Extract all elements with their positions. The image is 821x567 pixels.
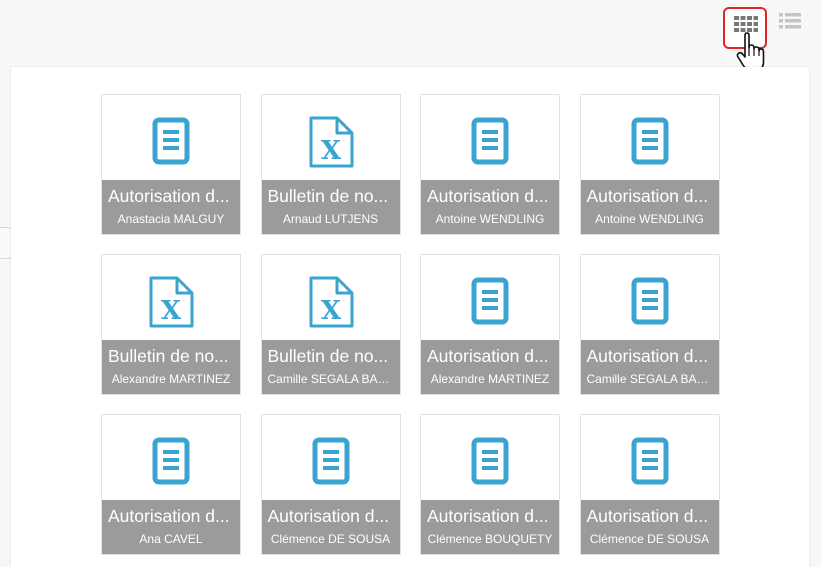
file-caption: Autorisation d... Antoine WENDLING: [421, 180, 559, 234]
svg-text:X: X: [161, 296, 182, 326]
file-caption: Bulletin de no... Alexandre MARTINEZ: [102, 340, 240, 394]
file-caption: Bulletin de no... Camille SEGALA BAD...: [261, 340, 400, 394]
grid-view-button[interactable]: [723, 7, 767, 49]
document-file-icon: [152, 437, 190, 490]
file-tile[interactable]: Autorisation d... Clémence DE SOUSA: [579, 414, 720, 555]
file-caption: Autorisation d... Antoine WENDLING: [580, 180, 719, 234]
file-owner: Alexandre MARTINEZ: [430, 372, 550, 386]
file-title: Autorisation d...: [267, 506, 390, 526]
file-caption: Autorisation d... Alexandre MARTINEZ: [421, 340, 559, 394]
document-file-icon: [471, 437, 509, 490]
file-title: Autorisation d...: [108, 506, 230, 526]
grid-view-icon: [734, 16, 758, 32]
file-owner: Alexandre MARTINEZ: [111, 372, 231, 386]
file-caption: Autorisation d... Anastacia MALGUY: [102, 180, 240, 234]
file-owner: Ana CAVEL: [139, 532, 203, 546]
file-tile[interactable]: X Bulletin de no... Alexandre MARTINEZ: [101, 254, 241, 395]
file-tile[interactable]: Autorisation d... Clémence DE SOUSA: [260, 414, 401, 555]
document-file-icon: [631, 277, 669, 330]
file-tile[interactable]: Autorisation d... Alexandre MARTINEZ: [420, 254, 560, 395]
file-tile[interactable]: Autorisation d... Clémence BOUQUETY: [420, 414, 560, 555]
file-tile[interactable]: Autorisation d... Antoine WENDLING: [420, 94, 560, 235]
file-owner: Clémence BOUQUETY: [427, 532, 553, 546]
excel-file-icon: X: [307, 275, 355, 334]
file-owner: Camille SEGALA BAD...: [586, 372, 716, 386]
file-owner: Antoine WENDLING: [435, 212, 545, 226]
list-view-button[interactable]: [779, 12, 803, 34]
file-tile[interactable]: Autorisation d... Antoine WENDLING: [579, 94, 720, 235]
document-file-icon: [631, 117, 669, 170]
file-owner: Anastacia MALGUY: [117, 212, 225, 226]
file-tile[interactable]: Autorisation d... Ana CAVEL: [101, 414, 241, 555]
file-owner: Arnaud LUTJENS: [282, 212, 379, 226]
list-view-icon: [779, 13, 801, 29]
document-file-icon: [152, 117, 190, 170]
file-title: Bulletin de no...: [267, 186, 389, 206]
file-tile[interactable]: Autorisation d... Anastacia MALGUY: [101, 94, 241, 235]
file-owner: Clémence DE SOUSA: [589, 532, 710, 546]
file-title: Autorisation d...: [427, 186, 549, 206]
file-caption: Autorisation d... Camille SEGALA BAD...: [580, 340, 719, 394]
file-owner: Camille SEGALA BAD...: [267, 372, 397, 386]
document-file-icon: [471, 277, 509, 330]
file-caption: Autorisation d... Clémence BOUQUETY: [421, 500, 559, 554]
document-file-icon: [631, 437, 669, 490]
file-caption: Autorisation d... Clémence DE SOUSA: [261, 500, 400, 554]
svg-text:X: X: [320, 296, 341, 326]
document-file-icon: [312, 437, 350, 490]
file-caption: Bulletin de no... Arnaud LUTJENS: [261, 180, 400, 234]
file-title: Autorisation d...: [586, 346, 709, 366]
file-title: Autorisation d...: [427, 506, 549, 526]
file-owner: Clémence DE SOUSA: [270, 532, 391, 546]
svg-text:X: X: [320, 136, 341, 166]
file-caption: Autorisation d... Clémence DE SOUSA: [580, 500, 719, 554]
view-toggle: [0, 0, 821, 71]
file-caption: Autorisation d... Ana CAVEL: [102, 500, 240, 554]
excel-file-icon: X: [147, 275, 195, 334]
file-title: Autorisation d...: [586, 186, 709, 206]
file-tile[interactable]: X Bulletin de no... Arnaud LUTJENS: [260, 94, 401, 235]
file-title: Autorisation d...: [427, 346, 549, 366]
file-title: Bulletin de no...: [267, 346, 389, 366]
document-file-icon: [471, 117, 509, 170]
file-tile[interactable]: Autorisation d... Camille SEGALA BAD...: [579, 254, 720, 395]
file-title: Autorisation d...: [108, 186, 230, 206]
excel-file-icon: X: [307, 115, 355, 174]
file-tile[interactable]: X Bulletin de no... Camille SEGALA BAD..…: [260, 254, 401, 395]
file-title: Autorisation d...: [586, 506, 709, 526]
files-panel: Autorisation d... Anastacia MALGUY X Bul…: [11, 67, 809, 567]
file-title: Bulletin de no...: [108, 346, 229, 366]
file-owner: Antoine WENDLING: [595, 212, 704, 226]
